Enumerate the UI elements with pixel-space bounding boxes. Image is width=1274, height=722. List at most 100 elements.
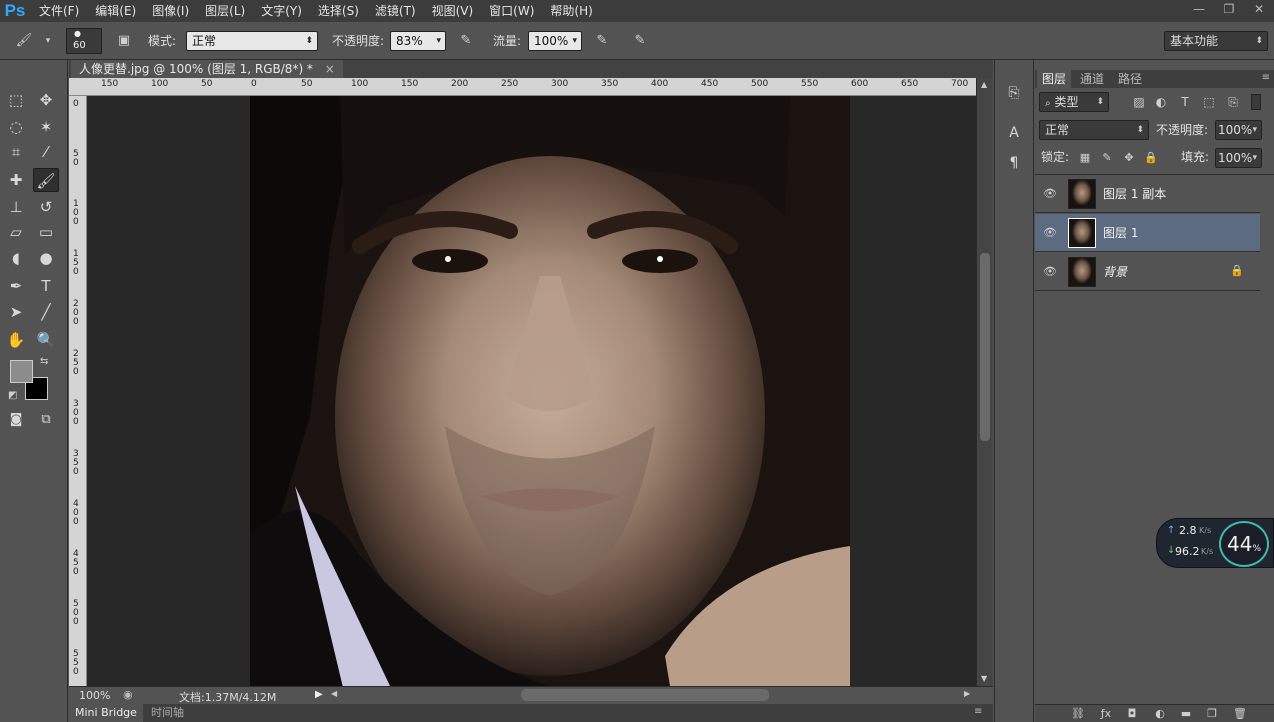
- menu-layer[interactable]: 图层(L): [198, 0, 252, 22]
- scroll-left-icon[interactable]: ◀: [331, 689, 337, 698]
- portrait-photo[interactable]: [250, 96, 850, 686]
- lock-all-icon[interactable]: 🔒: [1141, 148, 1161, 168]
- vertical-scroll-thumb[interactable]: [980, 253, 990, 441]
- pressure-size-icon[interactable]: ✎: [630, 31, 650, 51]
- line-tool-icon[interactable]: ╱: [33, 300, 59, 324]
- layer-row-copy[interactable]: 👁 图层 1 副本: [1035, 175, 1260, 213]
- tab-timeline[interactable]: 时间轴: [145, 704, 190, 722]
- filter-adjustment-icon[interactable]: ◐: [1151, 92, 1171, 112]
- default-colors-icon[interactable]: ◩: [8, 390, 17, 401]
- new-layer-icon[interactable]: ❐: [1203, 706, 1221, 722]
- brush-tool-icon[interactable]: 🖌: [33, 168, 59, 192]
- menu-edit[interactable]: 编辑(E): [88, 0, 143, 22]
- network-monitor-widget[interactable]: ↑ 2.8 K/s ↓ 96.2 K/s 44%: [1156, 518, 1274, 568]
- chevron-down-icon[interactable]: ▾: [38, 31, 58, 51]
- filter-toggle[interactable]: [1251, 94, 1261, 110]
- menu-image[interactable]: 图像(I): [145, 0, 196, 22]
- menu-type[interactable]: 文字(Y): [254, 0, 309, 22]
- menu-file[interactable]: 文件(F): [32, 0, 86, 22]
- hand-tool-icon[interactable]: ✋: [3, 328, 29, 352]
- close-button[interactable]: ✕: [1244, 0, 1274, 18]
- quick-mask-icon[interactable]: ◙: [3, 408, 29, 432]
- gradient-tool-icon[interactable]: ▭: [33, 220, 59, 244]
- zoom-tool-icon[interactable]: 🔍: [33, 328, 59, 352]
- document-tab[interactable]: 人像更替.jpg @ 100% (图层 1, RGB/8*) * ×: [71, 60, 343, 78]
- filter-shape-icon[interactable]: ⬚: [1199, 92, 1219, 112]
- flow-field[interactable]: 100% ▾: [528, 31, 582, 51]
- layer-style-icon[interactable]: ƒx: [1097, 706, 1115, 722]
- scroll-down-icon[interactable]: ▼: [981, 674, 987, 683]
- move-tool-icon[interactable]: ✥: [33, 88, 59, 112]
- delete-layer-icon[interactable]: 🗑: [1231, 706, 1249, 722]
- mode-select[interactable]: 正常 ⬍: [186, 31, 318, 51]
- blend-mode-select[interactable]: 正常 ⬍: [1039, 120, 1149, 140]
- brush-size-picker[interactable]: ● 60: [66, 28, 102, 54]
- workspace-select[interactable]: 基本功能 ⬍: [1164, 31, 1268, 51]
- close-tab-icon[interactable]: ×: [325, 62, 335, 76]
- layer-opacity-field[interactable]: 100% ▾: [1215, 120, 1262, 140]
- dodge-tool-icon[interactable]: ●: [33, 246, 59, 270]
- history-brush-tool-icon[interactable]: ↺: [33, 195, 59, 219]
- canvas-area[interactable]: [87, 96, 976, 686]
- minimize-button[interactable]: —: [1184, 0, 1214, 18]
- marquee-tool-icon[interactable]: ⬚: [3, 88, 29, 112]
- brush-tool-preset-icon[interactable]: 🖌: [14, 31, 34, 51]
- lock-position-icon[interactable]: ✥: [1119, 148, 1139, 168]
- menu-select[interactable]: 选择(S): [311, 0, 366, 22]
- adjustment-layer-icon[interactable]: ◐: [1151, 706, 1169, 722]
- fill-field[interactable]: 100% ▾: [1215, 148, 1262, 168]
- character-panel-icon[interactable]: A: [1003, 122, 1025, 144]
- tab-channels[interactable]: 通道: [1075, 70, 1109, 88]
- opacity-field[interactable]: 83% ▾: [390, 31, 446, 51]
- horizontal-scroll-thumb[interactable]: [521, 689, 769, 701]
- add-mask-icon[interactable]: ◘: [1123, 706, 1141, 722]
- lock-transparent-icon[interactable]: ▦: [1075, 148, 1095, 168]
- eye-icon[interactable]: 👁: [1042, 225, 1058, 241]
- zoom-level[interactable]: 100%: [79, 689, 110, 702]
- menu-view[interactable]: 视图(V): [425, 0, 481, 22]
- lock-image-icon[interactable]: ✎: [1097, 148, 1117, 168]
- screen-mode-icon[interactable]: ⧉: [33, 408, 59, 432]
- path-selection-tool-icon[interactable]: ➤: [3, 300, 29, 324]
- paragraph-panel-icon[interactable]: ¶: [1003, 152, 1025, 174]
- scroll-up-icon[interactable]: ▲: [981, 80, 987, 89]
- scroll-right-icon[interactable]: ▶: [964, 689, 970, 698]
- status-options-icon[interactable]: ◉: [123, 688, 133, 701]
- link-layers-icon[interactable]: ⛓: [1069, 706, 1087, 722]
- healing-brush-tool-icon[interactable]: ✚: [3, 168, 29, 192]
- lasso-tool-icon[interactable]: ◌: [3, 115, 29, 139]
- tab-mini-bridge[interactable]: Mini Bridge: [69, 704, 143, 722]
- clone-stamp-tool-icon[interactable]: ⊥: [3, 195, 29, 219]
- history-panel-icon[interactable]: ⎘: [1003, 82, 1025, 104]
- pressure-opacity-icon[interactable]: ✎: [456, 31, 476, 51]
- crop-tool-icon[interactable]: ⌗: [3, 140, 29, 164]
- eye-icon[interactable]: 👁: [1042, 186, 1058, 202]
- blur-tool-icon[interactable]: ◖: [3, 246, 29, 270]
- new-group-icon[interactable]: ▬: [1177, 706, 1195, 722]
- filter-pixel-icon[interactable]: ▨: [1129, 92, 1149, 112]
- eraser-tool-icon[interactable]: ▱: [3, 220, 29, 244]
- pen-tool-icon[interactable]: ✒: [3, 274, 29, 298]
- menu-help[interactable]: 帮助(H): [543, 0, 599, 22]
- layer-row-background[interactable]: 👁 背景 🔒: [1035, 253, 1260, 291]
- airbrush-icon[interactable]: ✎: [592, 31, 612, 51]
- brush-panel-icon[interactable]: ▣: [114, 31, 134, 51]
- panel-menu-icon[interactable]: ≡: [974, 706, 982, 717]
- menu-filter[interactable]: 滤镜(T): [368, 0, 423, 22]
- eye-icon[interactable]: 👁: [1042, 264, 1058, 280]
- panel-menu-icon[interactable]: ≡: [1262, 72, 1270, 83]
- type-tool-icon[interactable]: T: [33, 274, 59, 298]
- tab-paths[interactable]: 路径: [1113, 70, 1147, 88]
- menu-window[interactable]: 窗口(W): [482, 0, 541, 22]
- layer-filter-kind[interactable]: ⌕ 类型 ⬍: [1039, 92, 1109, 112]
- vertical-scrollbar[interactable]: ▲ ▼: [976, 78, 993, 686]
- layer-row-layer1[interactable]: 👁 图层 1: [1035, 214, 1260, 252]
- magic-wand-tool-icon[interactable]: ✶: [33, 115, 59, 139]
- filter-type-icon[interactable]: T: [1175, 92, 1195, 112]
- swap-colors-icon[interactable]: ⇆: [40, 356, 48, 367]
- eyedropper-tool-icon[interactable]: ⁄: [33, 140, 59, 164]
- restore-button[interactable]: ❐: [1214, 0, 1244, 18]
- tab-layers[interactable]: 图层: [1037, 70, 1072, 88]
- foreground-color-swatch[interactable]: [10, 360, 33, 383]
- filter-smart-object-icon[interactable]: ⎘: [1223, 92, 1243, 112]
